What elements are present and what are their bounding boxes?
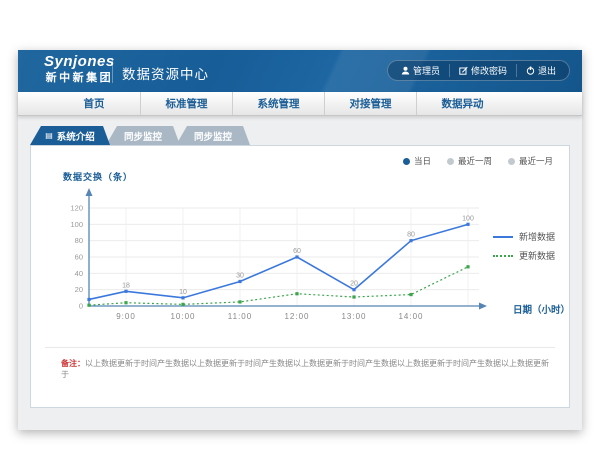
legend-label: 更新数据 <box>519 249 555 262</box>
user-action-修改密码[interactable]: 修改密码 <box>449 64 516 77</box>
user-action-退出[interactable]: 退出 <box>516 64 565 77</box>
x-tick-label: 9:00 <box>116 312 136 321</box>
data-point-label: 30 <box>236 273 244 280</box>
data-point-label: 80 <box>407 232 415 239</box>
radio-dot-icon <box>508 158 515 165</box>
radio-label: 最近一月 <box>519 155 553 167</box>
logo-text-cn: 新中新集团 <box>44 72 115 84</box>
document-icon: ▤ <box>45 132 53 140</box>
note-divider <box>45 347 555 348</box>
range-option-最近一周[interactable]: 最近一周 <box>447 155 492 167</box>
x-tick-label: 12:00 <box>284 312 309 321</box>
data-point <box>295 292 298 295</box>
range-filter-group: 当日 最近一周 最近一月 <box>403 155 553 167</box>
x-tick-label: 13:00 <box>341 312 366 321</box>
data-point <box>409 239 412 242</box>
user-action-label: 管理员 <box>413 64 440 77</box>
data-point <box>87 304 90 307</box>
power-icon <box>526 66 535 75</box>
data-point <box>295 255 298 258</box>
radio-dot-icon <box>447 158 454 165</box>
nav-item-标准管理[interactable]: 标准管理 <box>140 92 232 115</box>
user-action-管理员[interactable]: 管理员 <box>392 64 449 77</box>
y-tick-label: 120 <box>70 204 83 213</box>
y-tick-label: 20 <box>75 285 83 294</box>
x-axis-label: 日期（小时） <box>513 302 570 316</box>
y-tick-label: 60 <box>75 253 83 262</box>
x-tick-label: 10:00 <box>170 312 195 321</box>
radio-label: 当日 <box>414 155 431 167</box>
chart-legend: 新增数据更新数据 <box>493 230 555 262</box>
tab-系统介绍-0[interactable]: ▤ 系统介绍 <box>30 126 110 145</box>
user-action-label: 修改密码 <box>471 64 507 77</box>
data-point-label: 18 <box>122 282 130 289</box>
main-nav: 首页标准管理系统管理对接管理数据异动 <box>18 92 582 116</box>
header: Synjones 新中新集团 数据资源中心 管理员 修改密码 退出 <box>18 50 582 92</box>
data-point <box>466 223 469 226</box>
y-tick-label: 80 <box>75 236 83 245</box>
tab-同步监控-2[interactable]: 同步监控 <box>176 126 250 145</box>
y-tick-label: 0 <box>79 302 83 311</box>
chart-canvas: 0 20 40 60 80 100 120 9:00 10:00 11:00 12:00 13:00 1… <box>51 184 511 334</box>
page-title: 数据资源中心 <box>122 63 209 83</box>
app-window: Synjones 新中新集团 数据资源中心 管理员修改密码退出 首页标准管理系统… <box>18 50 582 430</box>
data-point <box>352 295 355 298</box>
legend-swatch-solid-line <box>493 236 513 238</box>
logo-text-en: Synjones <box>44 54 115 71</box>
footnote: 备注：以上数据更新于时间产生数据以上数据更新于时间产生数据以上数据更新于时间产生… <box>61 358 555 380</box>
tab-label: 同步监控 <box>194 129 232 143</box>
nav-item-数据异动[interactable]: 数据异动 <box>416 92 508 115</box>
data-point <box>238 280 241 283</box>
nav-item-首页[interactable]: 首页 <box>48 92 140 115</box>
content-panel: 当日 最近一周 最近一月 数据交换（条） 0 20 40 60 80 100 120 9:00 10… <box>30 145 570 408</box>
nav-item-系统管理[interactable]: 系统管理 <box>232 92 324 115</box>
y-tick-label: 40 <box>75 269 83 278</box>
screen: Synjones 新中新集团 数据资源中心 管理员修改密码退出 首页标准管理系统… <box>0 0 600 450</box>
data-point <box>124 290 127 293</box>
radio-dot-icon <box>403 158 410 165</box>
data-point <box>124 301 127 304</box>
data-point <box>87 298 90 301</box>
user-icon <box>401 66 410 75</box>
tab-label: 系统介绍 <box>57 129 95 143</box>
tab-bar: ▤ 系统介绍 同步监控 同步监控 <box>30 126 246 145</box>
range-option-当日[interactable]: 当日 <box>403 155 431 167</box>
data-point-label: 100 <box>462 215 474 222</box>
data-point-label: 60 <box>293 248 301 255</box>
header-divider <box>112 59 113 83</box>
brand-logo: Synjones 新中新集团 <box>44 54 115 84</box>
footnote-text: 以上数据更新于时间产生数据以上数据更新于时间产生数据以上数据更新于时间产生数据以… <box>61 359 549 379</box>
y-axis-arrow-icon <box>86 188 93 196</box>
legend-item-新增数据: 新增数据 <box>493 230 555 243</box>
y-axis-label: 数据交换（条） <box>63 170 133 183</box>
data-point <box>181 296 184 299</box>
data-point <box>409 293 412 296</box>
data-point <box>352 288 355 291</box>
data-point <box>181 303 184 306</box>
data-point-label: 20 <box>350 281 358 288</box>
line-chart: 0 20 40 60 80 100 120 9:00 10:00 11:00 12:00 13:00 1… <box>51 184 511 334</box>
legend-item-更新数据: 更新数据 <box>493 249 555 262</box>
legend-swatch-dotted-line <box>493 255 513 257</box>
tab-同步监控-1[interactable]: 同步监控 <box>106 126 180 145</box>
x-tick-label: 11:00 <box>228 312 252 321</box>
radio-label: 最近一周 <box>458 155 492 167</box>
nav-item-对接管理[interactable]: 对接管理 <box>324 92 416 115</box>
y-tick-label: 100 <box>70 220 83 229</box>
x-tick-label: 14:00 <box>398 312 423 321</box>
legend-label: 新增数据 <box>519 230 555 243</box>
range-option-最近一月[interactable]: 最近一月 <box>508 155 553 167</box>
tab-label: 同步监控 <box>124 129 162 143</box>
user-toolbar: 管理员 修改密码 退出 <box>387 60 570 81</box>
footnote-prefix: 备注： <box>61 359 85 368</box>
x-axis-arrow-icon <box>479 303 487 310</box>
data-point-label: 10 <box>179 289 187 296</box>
user-action-label: 退出 <box>538 64 556 77</box>
edit-icon <box>459 66 468 75</box>
data-point <box>466 265 469 268</box>
data-point <box>238 300 241 303</box>
